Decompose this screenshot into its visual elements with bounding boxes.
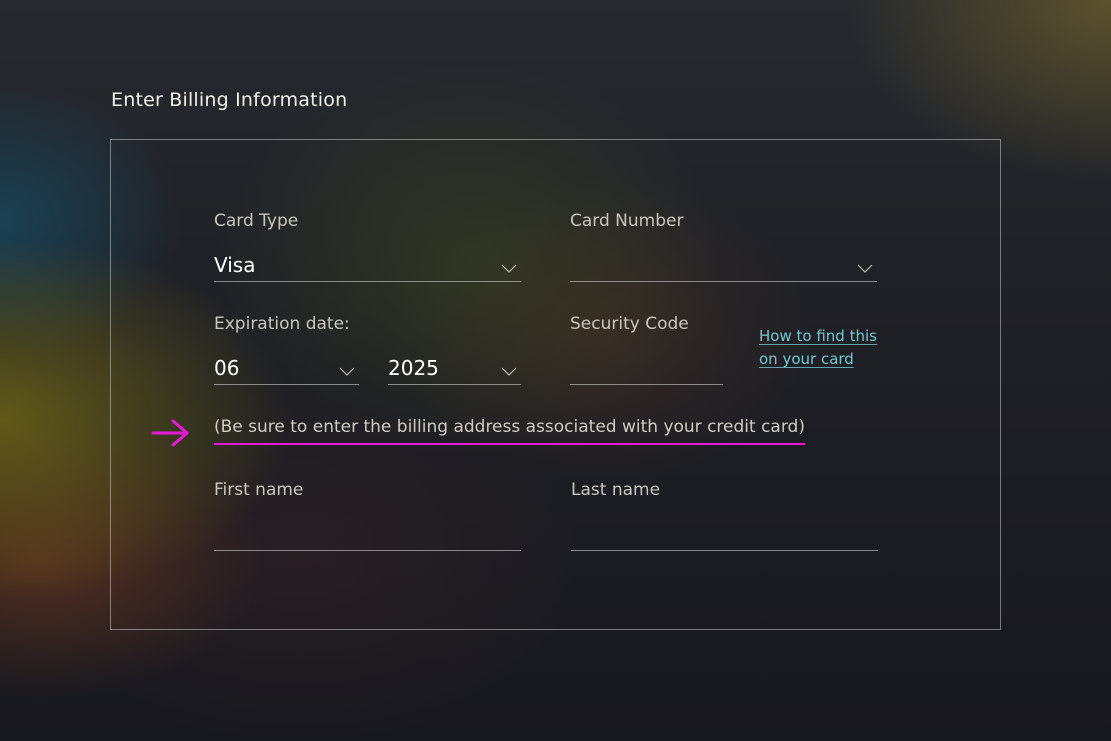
expiration-date-label: Expiration date:	[214, 314, 350, 334]
chevron-down-icon	[339, 367, 355, 376]
card-type-label: Card Type	[214, 211, 299, 231]
help-link-line-1: How to find this	[759, 327, 877, 345]
card-number-label: Card Number	[570, 211, 684, 231]
last-name-label: Last name	[571, 480, 661, 500]
card-number-field[interactable]	[570, 242, 877, 282]
expiration-year-value: 2025	[388, 356, 439, 380]
arrow-right-icon	[151, 419, 189, 447]
help-link-line-2: on your card	[759, 350, 854, 368]
card-type-select[interactable]: Visa	[214, 242, 521, 282]
last-name-input[interactable]	[571, 511, 878, 551]
expiration-month-select[interactable]: 06	[214, 345, 359, 385]
page-title: Enter Billing Information	[111, 89, 348, 111]
expiration-year-select[interactable]: 2025	[388, 345, 521, 385]
expiration-month-value: 06	[214, 356, 240, 380]
first-name-label: First name	[214, 480, 304, 500]
chevron-down-icon	[501, 264, 517, 273]
security-code-input[interactable]	[570, 345, 723, 385]
billing-address-notice: (Be sure to enter the billing address as…	[214, 417, 805, 445]
chevron-down-icon	[501, 367, 517, 376]
first-name-input[interactable]	[214, 511, 521, 551]
security-code-label: Security Code	[570, 314, 689, 334]
chevron-down-icon	[857, 264, 873, 273]
security-code-help-link[interactable]: How to find this on your card	[759, 325, 889, 371]
card-type-value: Visa	[214, 253, 256, 277]
